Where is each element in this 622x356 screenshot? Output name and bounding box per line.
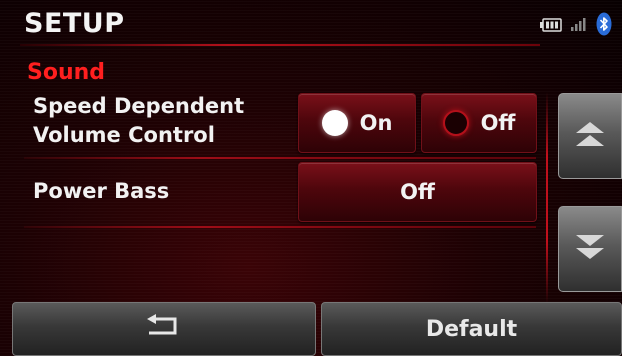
speed-volume-label: Speed Dependent Volume Control (33, 92, 244, 150)
setup-screen: SETUP Sound Speed Dependent Volume Contr… (0, 0, 622, 356)
section-title: Sound (27, 60, 106, 85)
radio-selected-icon (321, 110, 348, 136)
power-bass-value: Off (400, 180, 435, 204)
battery-icon (540, 17, 562, 36)
header-divider (20, 44, 540, 46)
back-arrow-icon (145, 314, 183, 344)
on-option-label: On (359, 111, 393, 135)
radio-unselected-icon (442, 110, 469, 136)
scroll-up-button[interactable] (558, 93, 622, 179)
row-divider (24, 226, 536, 228)
double-chevron-up-icon (574, 120, 606, 152)
page-title: SETUP (24, 8, 125, 39)
bluetooth-icon (596, 12, 612, 40)
speed-volume-label-line2: Volume Control (33, 123, 215, 147)
status-bar (540, 12, 612, 40)
off-option-label: Off (480, 111, 516, 135)
power-bass-button[interactable]: Off (298, 162, 537, 222)
row-divider (24, 157, 536, 159)
power-bass-label: Power Bass (33, 179, 170, 203)
scroll-down-button[interactable] (558, 206, 622, 292)
default-button-label: Default (425, 316, 518, 342)
speed-volume-off-button[interactable]: Off (421, 93, 537, 153)
back-button[interactable] (12, 302, 316, 356)
signal-icon (570, 16, 588, 36)
double-chevron-down-icon (574, 233, 606, 265)
default-button[interactable]: Default (321, 302, 622, 356)
scrollbar[interactable] (546, 92, 548, 304)
speed-volume-label-line1: Speed Dependent (33, 94, 245, 118)
speed-volume-on-button[interactable]: On (298, 93, 416, 153)
